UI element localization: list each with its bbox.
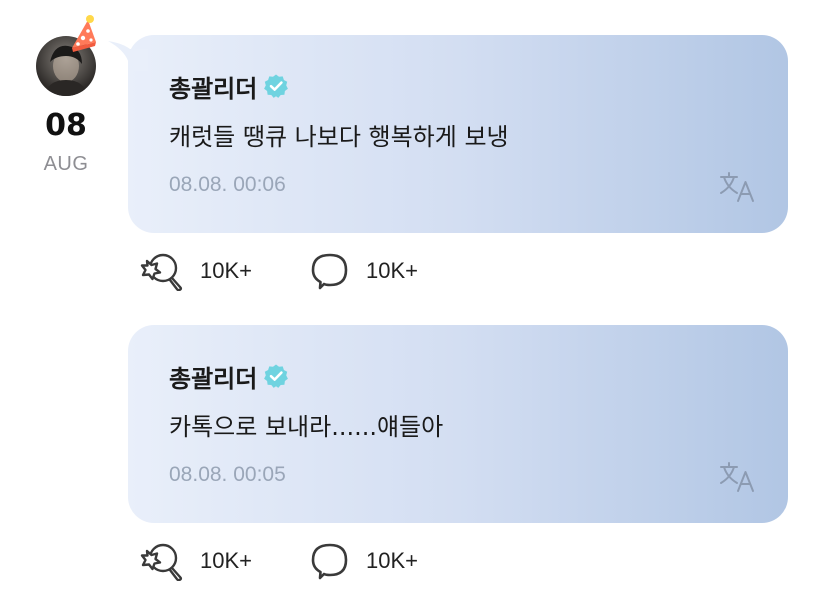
like-count: 10K+ <box>200 548 252 573</box>
date-day: 08 <box>45 108 87 143</box>
post-actions: 10K+ 10K+ <box>136 541 418 581</box>
message-timestamp: 08.08. 00:06 <box>169 173 286 196</box>
comment-button[interactable]: 10K+ <box>308 541 418 581</box>
like-button[interactable]: 10K+ <box>136 251 252 291</box>
comment-button[interactable]: 10K+ <box>308 251 418 291</box>
post-actions: 10K+ 10K+ <box>136 251 418 291</box>
author-name[interactable]: 총괄리더 <box>169 359 257 394</box>
lightstick-heart-icon <box>140 543 183 581</box>
speech-bubble-icon <box>311 543 348 580</box>
translate-icon[interactable] <box>718 169 758 205</box>
like-count: 10K+ <box>200 258 252 283</box>
message-text: 카톡으로 보내라......얘들아 <box>169 413 444 441</box>
comment-count: 10K+ <box>366 258 418 283</box>
lightstick-heart-icon <box>140 253 183 291</box>
author-row: 총괄리더 <box>169 69 289 104</box>
author-row: 총괄리더 <box>169 359 289 394</box>
author-name[interactable]: 총괄리더 <box>169 69 257 104</box>
message-bubble[interactable]: 총괄리더 캐럿들 땡큐 나보다 행복하게 보냉 08.08. 00:06 <box>108 35 788 233</box>
date-month: AUG <box>43 153 89 175</box>
verified-badge-icon <box>264 364 289 388</box>
message-timestamp: 08.08. 00:05 <box>169 463 286 486</box>
message-text: 캐럿들 땡큐 나보다 행복하게 보냉 <box>169 123 509 151</box>
bubble-tail <box>108 41 148 71</box>
verified-badge-icon <box>264 74 289 98</box>
translate-icon[interactable] <box>718 459 758 495</box>
speech-bubble-icon <box>311 253 348 290</box>
comment-count: 10K+ <box>366 548 418 573</box>
party-hat-icon <box>72 15 96 52</box>
message-bubble[interactable]: 총괄리더 카톡으로 보내라......얘들아 08.08. 00:05 <box>128 325 788 523</box>
like-button[interactable]: 10K+ <box>136 541 252 581</box>
